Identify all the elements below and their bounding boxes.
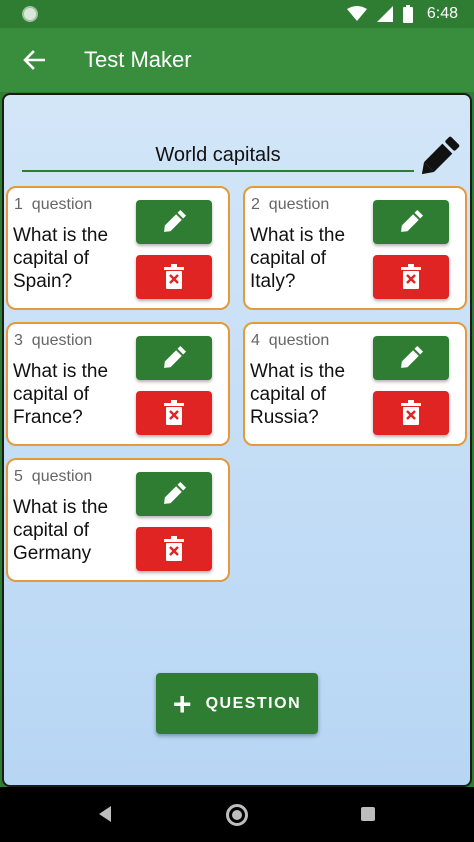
question-text: What is the capital of Germany	[13, 497, 109, 564]
plus-icon: +	[172, 685, 192, 722]
question-card[interactable]: 4 question What is the capital of Russia…	[243, 322, 467, 446]
nav-home-icon[interactable]	[226, 804, 248, 826]
question-card[interactable]: 5 question What is the capital of German…	[6, 458, 230, 582]
wifi-icon	[346, 6, 367, 21]
question-number: 4 question	[251, 332, 330, 349]
status-icons: 6:48	[346, 4, 458, 24]
pencil-icon	[421, 136, 460, 175]
question-number: 2 question	[251, 196, 330, 213]
nav-back-icon[interactable]	[97, 805, 113, 823]
back-button[interactable]	[14, 40, 54, 80]
pencil-icon	[401, 209, 424, 232]
app-bar: Test Maker	[0, 28, 474, 92]
delete-question-button[interactable]	[373, 391, 449, 435]
question-card[interactable]: 3 question What is the capital of France…	[6, 322, 230, 446]
system-nav-bar	[0, 787, 474, 842]
edit-question-button[interactable]	[373, 336, 449, 380]
add-question-label: QUESTION	[205, 694, 302, 712]
arrow-back-icon	[23, 50, 45, 70]
delete-question-button[interactable]	[136, 255, 212, 299]
edit-question-button[interactable]	[136, 200, 212, 244]
nav-recents-icon[interactable]	[361, 807, 375, 821]
question-text: What is the capital of Russia?	[250, 361, 346, 428]
question-number: 1 question	[14, 196, 93, 213]
question-text: What is the capital of Spain?	[13, 225, 109, 292]
delete-question-button[interactable]	[136, 527, 212, 571]
notification-icon	[22, 6, 38, 22]
battery-icon	[402, 5, 413, 23]
trash-icon	[164, 400, 184, 425]
test-name-input[interactable]: World capitals	[22, 140, 414, 172]
question-card[interactable]: 2 question What is the capital of Italy?	[243, 186, 467, 310]
edit-name-button[interactable]	[416, 132, 466, 178]
trash-icon	[164, 536, 184, 561]
question-text: What is the capital of Italy?	[250, 225, 346, 292]
trash-icon	[164, 264, 184, 289]
edit-question-button[interactable]	[136, 472, 212, 516]
edit-question-button[interactable]	[373, 200, 449, 244]
delete-question-button[interactable]	[136, 391, 212, 435]
question-card[interactable]: 1 question What is the capital of Spain?	[6, 186, 230, 310]
app-title: Test Maker	[84, 47, 192, 72]
pencil-icon	[164, 481, 187, 504]
status-bar: 6:48	[0, 0, 474, 28]
trash-icon	[401, 400, 421, 425]
question-text: What is the capital of France?	[13, 361, 109, 428]
edit-question-button[interactable]	[136, 336, 212, 380]
add-question-button[interactable]: + QUESTION	[156, 673, 318, 734]
trash-icon	[401, 264, 421, 289]
question-number: 5 question	[14, 468, 93, 485]
pencil-icon	[401, 345, 424, 368]
pencil-icon	[164, 209, 187, 232]
signal-icon	[376, 6, 393, 22]
pencil-icon	[164, 345, 187, 368]
question-number: 3 question	[14, 332, 93, 349]
status-time: 6:48	[426, 5, 458, 22]
delete-question-button[interactable]	[373, 255, 449, 299]
